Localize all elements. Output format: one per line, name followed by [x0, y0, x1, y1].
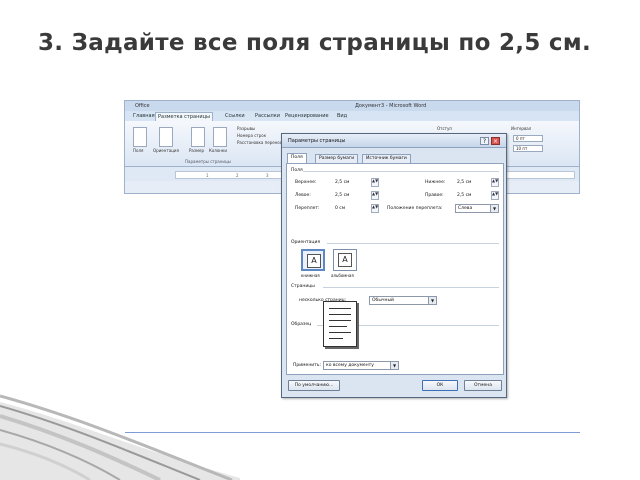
portrait-page-icon: A [307, 254, 321, 268]
landscape-label: альбомная [331, 273, 354, 278]
word-window-title: Документ3 - Microsoft Word [355, 103, 427, 109]
gutter-input[interactable]: 0 см [335, 206, 345, 211]
gutter-spinner-icon[interactable]: ▲▼ [371, 204, 379, 213]
spacing-after-field[interactable]: 10 пт [513, 145, 543, 152]
portrait-label: книжная [301, 273, 320, 278]
gutter-position-select[interactable]: Слева ▼ [455, 204, 499, 213]
multiple-pages-value: Обычный [372, 298, 394, 303]
chevron-down-icon: ▼ [490, 205, 498, 212]
preview-text-line [329, 338, 343, 339]
ok-button[interactable]: ОК [422, 380, 458, 391]
portrait-option[interactable]: A [301, 249, 325, 271]
breaks-item[interactable]: Разрывы [237, 126, 255, 132]
tab-view[interactable]: Вид [335, 112, 349, 121]
slide-title: 3. Задайте все поля страницы по 2,5 см. [38, 30, 591, 56]
dialog-title: Параметры страницы [288, 138, 346, 144]
page-setup-dialog: Параметры страницы ? × Поля Размер бумаг… [281, 133, 507, 398]
tab-home[interactable]: Главная [131, 112, 157, 121]
columns-button-label: Колонки [209, 148, 227, 153]
preview-text-line [329, 332, 351, 333]
tab-review[interactable]: Рецензирование [283, 112, 331, 121]
tab-paper-size[interactable]: Размер бумаги [315, 154, 359, 163]
columns-button[interactable] [213, 127, 227, 147]
tab-paper-source[interactable]: Источник бумаги [362, 154, 411, 163]
orientation-section-label: Ориентация [291, 240, 321, 245]
section-divider [303, 171, 499, 172]
preview-text-line [329, 326, 347, 327]
orientation-button-label: Ориентация [153, 148, 179, 153]
landscape-page-icon: A [338, 253, 352, 267]
margins-section-label: Поля [291, 168, 303, 173]
ruler-mark: 2 [236, 173, 239, 178]
gutter-position-label: Положение переплета: [387, 206, 443, 211]
word-titlebar: Office Документ3 - Microsoft Word [125, 101, 579, 111]
landscape-option[interactable]: A [333, 249, 357, 271]
left-margin-input[interactable]: 2,5 см [335, 193, 349, 198]
left-margin-spinner-icon[interactable]: ▲▼ [371, 191, 379, 200]
margins-button[interactable] [133, 127, 147, 147]
apply-to-value: ко всему документу [326, 363, 374, 368]
margins-panel: Поля Верхнее: 2,5 см ▲▼ Нижнее: 2,5 см ▲… [286, 163, 504, 375]
right-margin-input[interactable]: 2,5 см [457, 193, 471, 198]
gutter-position-value: Слева [458, 206, 473, 211]
help-icon[interactable]: ? [480, 137, 489, 145]
spacing-label: Интервал [511, 126, 532, 131]
preview-page [323, 301, 357, 347]
bottom-margin-input[interactable]: 2,5 см [457, 180, 471, 185]
preview-text-line [329, 314, 351, 315]
top-margin-input[interactable]: 2,5 см [335, 180, 349, 185]
left-margin-label: Левое: [295, 193, 311, 198]
spacing-before-field[interactable]: 0 пт [513, 135, 543, 142]
line-numbers-item[interactable]: Номера строк [237, 133, 266, 139]
decorative-swoosh-icon [0, 394, 240, 480]
office-label: Office [135, 103, 150, 109]
size-button[interactable] [191, 127, 205, 147]
pages-section-label: Страницы [291, 284, 315, 289]
page-setup-group-label: Параметры страницы [185, 159, 231, 164]
dialog-titlebar: Параметры страницы ? × [282, 134, 506, 148]
top-margin-label: Верхнее: [295, 180, 317, 185]
preview-text-line [329, 320, 351, 321]
tab-page-layout[interactable]: Разметка страницы [155, 112, 213, 121]
section-divider [327, 243, 499, 244]
cancel-button[interactable]: Отмена [464, 380, 502, 391]
margins-button-label: Поля [133, 148, 144, 153]
ruler-mark: 1 [206, 173, 209, 178]
close-icon[interactable]: × [491, 137, 500, 145]
bottom-margin-spinner-icon[interactable]: ▲▼ [491, 178, 499, 187]
preview-section-label: Образец [291, 322, 312, 327]
preview-text-line [329, 308, 351, 309]
indent-label: Отступ [437, 126, 452, 131]
tab-references[interactable]: Ссылки [223, 112, 247, 121]
right-margin-spinner-icon[interactable]: ▲▼ [491, 191, 499, 200]
apply-to-label: Применить: [293, 363, 321, 368]
right-margin-label: Правое: [425, 193, 444, 198]
hyphenation-item[interactable]: Расстановка переносов [237, 140, 287, 146]
orientation-button[interactable] [159, 127, 173, 147]
size-button-label: Размер [189, 148, 205, 153]
section-divider [323, 287, 499, 288]
ruler-mark: 3 [266, 173, 269, 178]
top-margin-spinner-icon[interactable]: ▲▼ [371, 178, 379, 187]
chevron-down-icon: ▼ [428, 297, 436, 304]
ribbon-tabs: Главная Разметка страницы Ссылки Рассылк… [125, 111, 579, 121]
chevron-down-icon: ▼ [390, 362, 398, 369]
apply-to-select[interactable]: ко всему документу ▼ [323, 361, 399, 370]
bottom-margin-label: Нижнее: [425, 180, 446, 185]
tab-mailings[interactable]: Рассылки [253, 112, 282, 121]
gutter-label: Переплет: [295, 206, 320, 211]
default-button[interactable]: По умолчанию... [288, 380, 340, 391]
multiple-pages-select[interactable]: Обычный ▼ [369, 296, 437, 305]
